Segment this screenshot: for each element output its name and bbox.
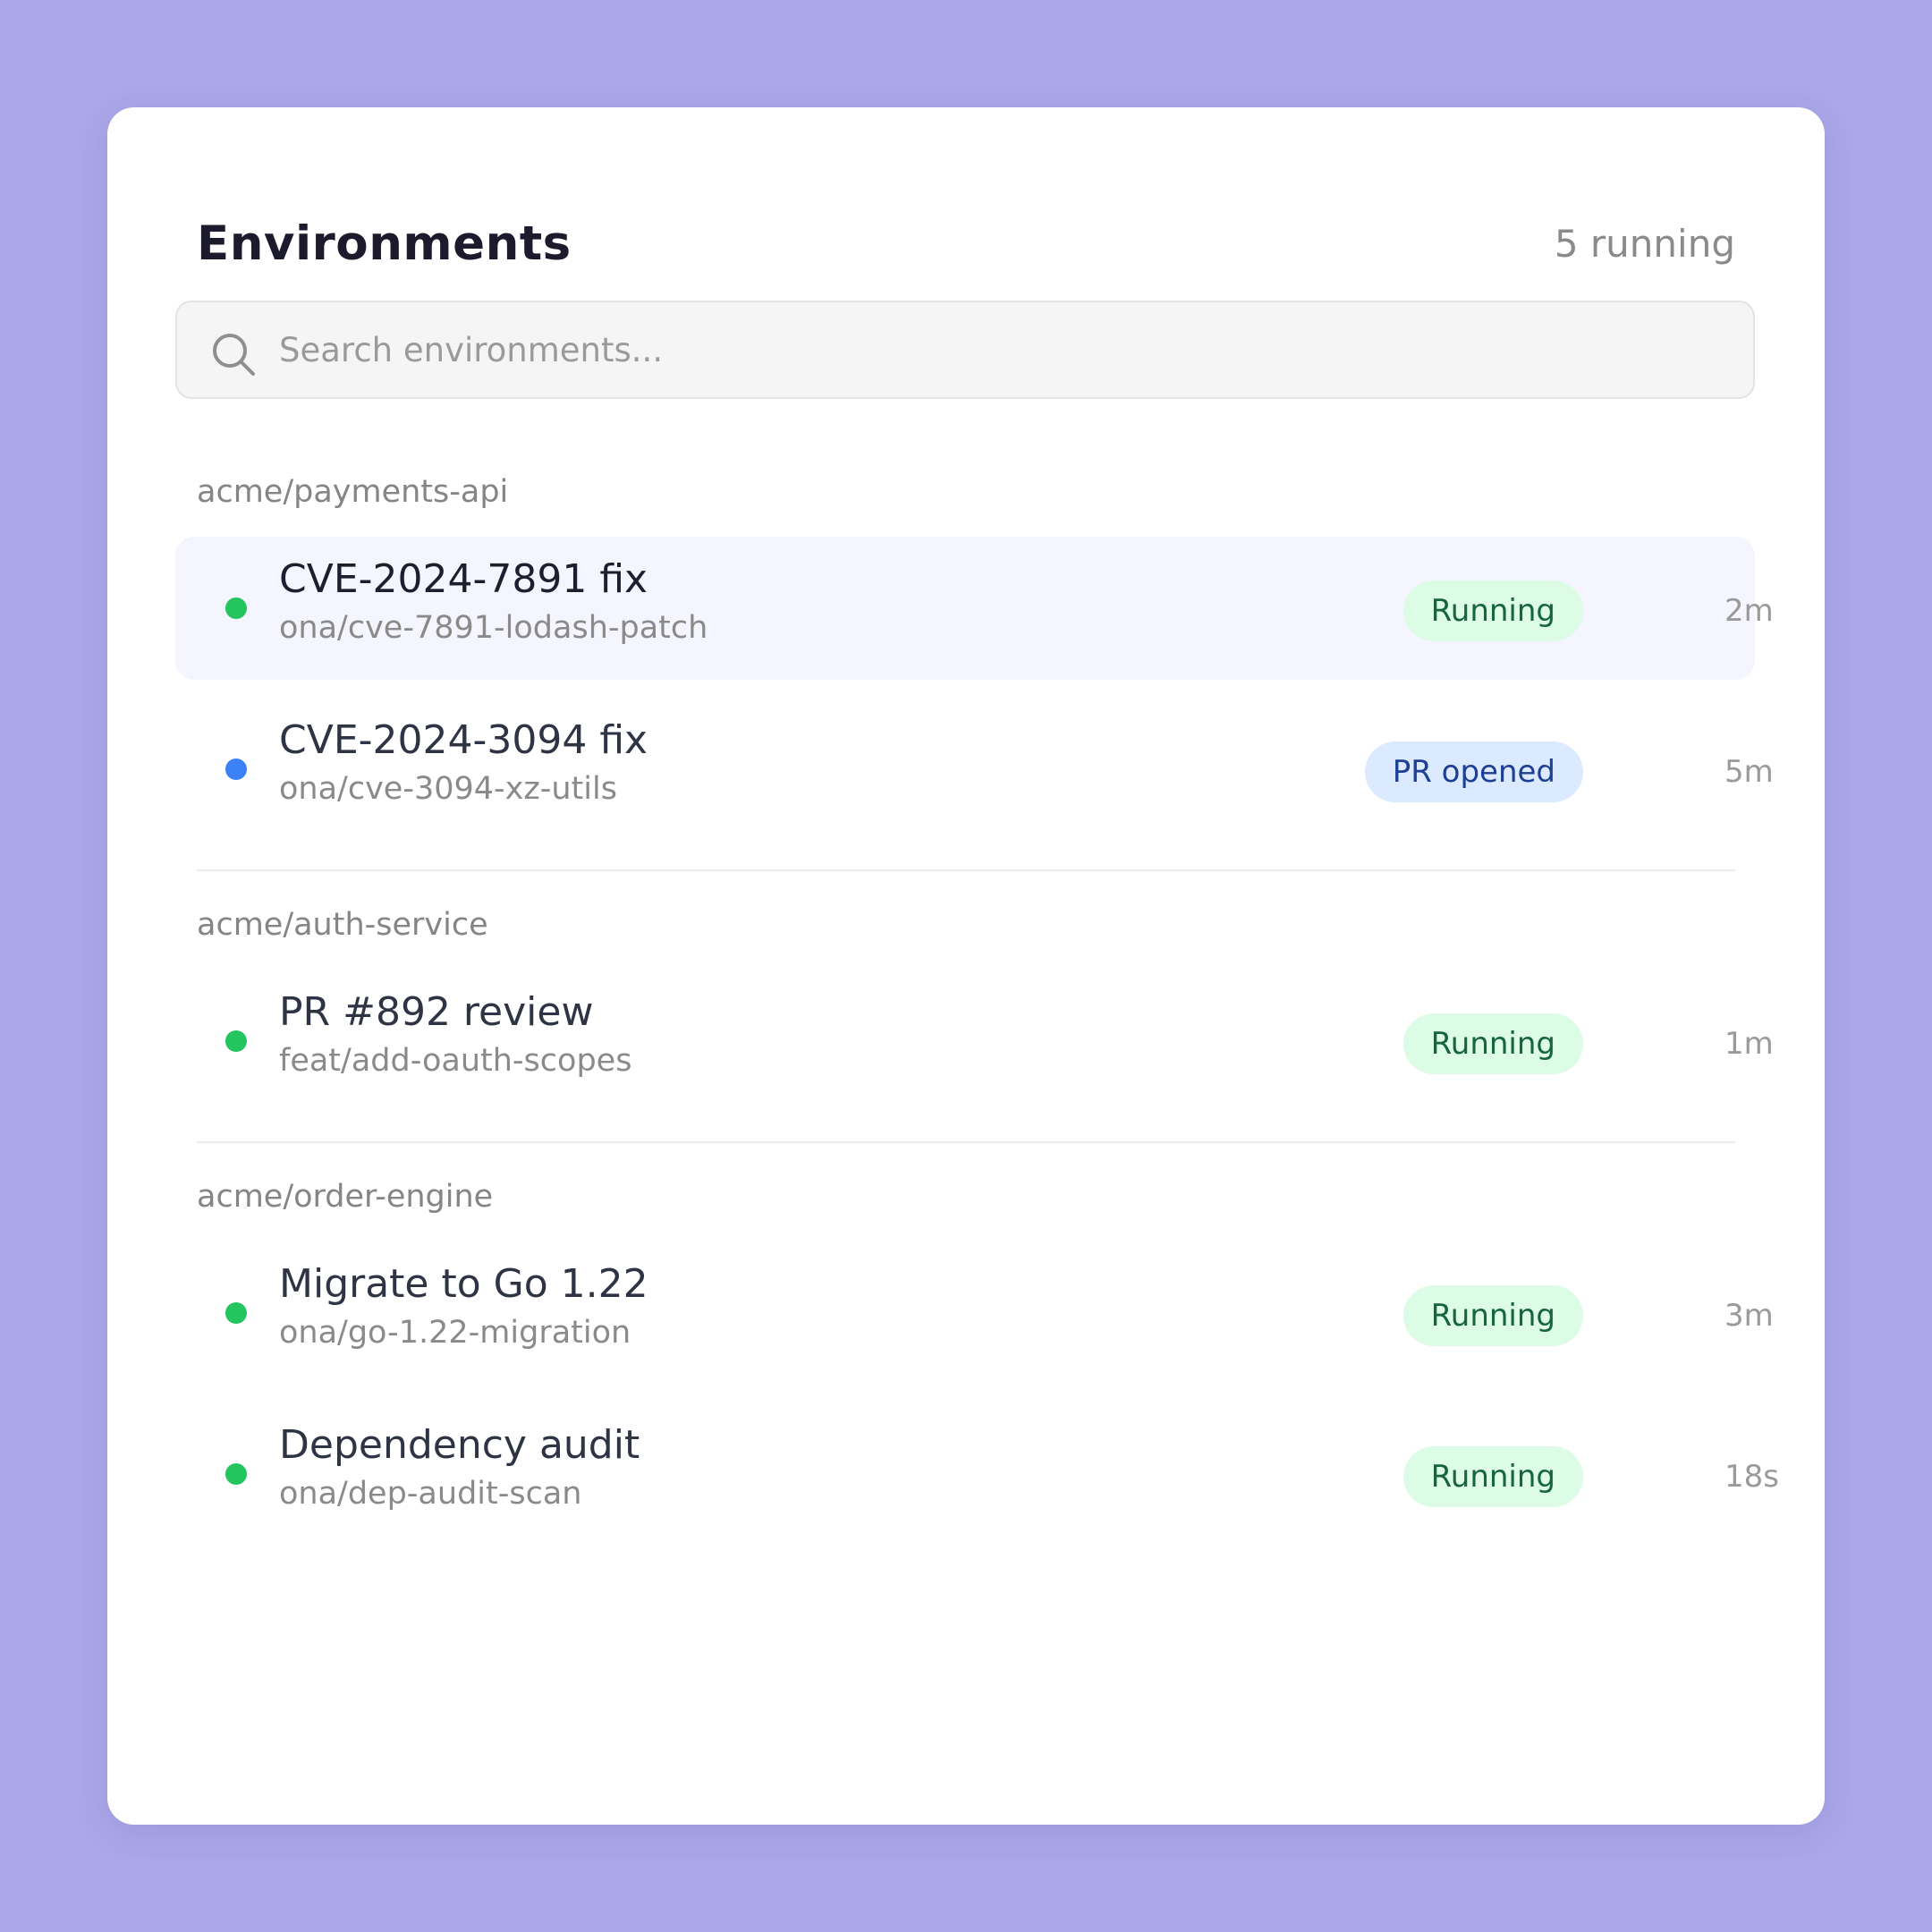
group-label-payments-api: acme/payments-api (197, 474, 509, 510)
search-icon (213, 334, 255, 376)
search-box[interactable] (175, 301, 1755, 399)
status-dot (225, 597, 247, 619)
group-label-order-engine: acme/order-engine (197, 1179, 494, 1215)
elapsed-time: 2m (1724, 593, 1774, 629)
environment-row[interactable]: Migrate to Go 1.22 ona/go-1.22-migration… (175, 1241, 1774, 1385)
environment-branch: ona/cve-7891-lodash-patch (279, 610, 708, 646)
environment-title: CVE-2024-3094 fix (279, 717, 648, 763)
elapsed-time: 5m (1724, 754, 1774, 790)
environment-title: Dependency audit (279, 1422, 640, 1468)
environment-row[interactable]: PR #892 review feat/add-oauth-scopes Run… (175, 970, 1774, 1113)
elapsed-time: 1m (1724, 1026, 1774, 1062)
status-badge: Running (1402, 1285, 1583, 1346)
environments-panel: Environments 5 running acme/payments-api… (107, 107, 1825, 1825)
elapsed-time: 18s (1724, 1459, 1779, 1495)
status-dot (225, 1302, 247, 1324)
environment-title: Migrate to Go 1.22 (279, 1261, 648, 1307)
status-badge: Running (1402, 1013, 1583, 1074)
status-dot (225, 1463, 247, 1485)
environment-row[interactable]: Dependency audit ona/dep-audit-scan Runn… (175, 1402, 1779, 1546)
environment-branch: ona/go-1.22-migration (279, 1315, 631, 1351)
group-label-auth-service: acme/auth-service (197, 907, 488, 943)
environment-branch: feat/add-oauth-scopes (279, 1043, 632, 1079)
status-dot (225, 1030, 247, 1052)
environment-branch: ona/dep-audit-scan (279, 1476, 582, 1512)
group-divider (197, 1141, 1735, 1143)
environment-row[interactable]: CVE-2024-7891 fix ona/cve-7891-lodash-pa… (175, 537, 1774, 680)
search-input[interactable] (279, 302, 1710, 397)
environment-branch: ona/cve-3094-xz-utils (279, 771, 617, 807)
elapsed-time: 3m (1724, 1298, 1774, 1334)
status-badge: PR opened (1364, 741, 1583, 802)
page-title: Environments (197, 216, 572, 271)
running-count: 5 running (1554, 221, 1735, 266)
panel-header: Environments 5 running (197, 208, 1735, 279)
environment-title: CVE-2024-7891 fix (279, 556, 648, 602)
environment-title: PR #892 review (279, 989, 594, 1035)
status-badge: Running (1402, 580, 1583, 641)
group-divider (197, 869, 1735, 871)
environment-row[interactable]: CVE-2024-3094 fix ona/cve-3094-xz-utils … (175, 698, 1774, 841)
status-badge: Running (1402, 1446, 1583, 1507)
status-dot (225, 758, 247, 780)
